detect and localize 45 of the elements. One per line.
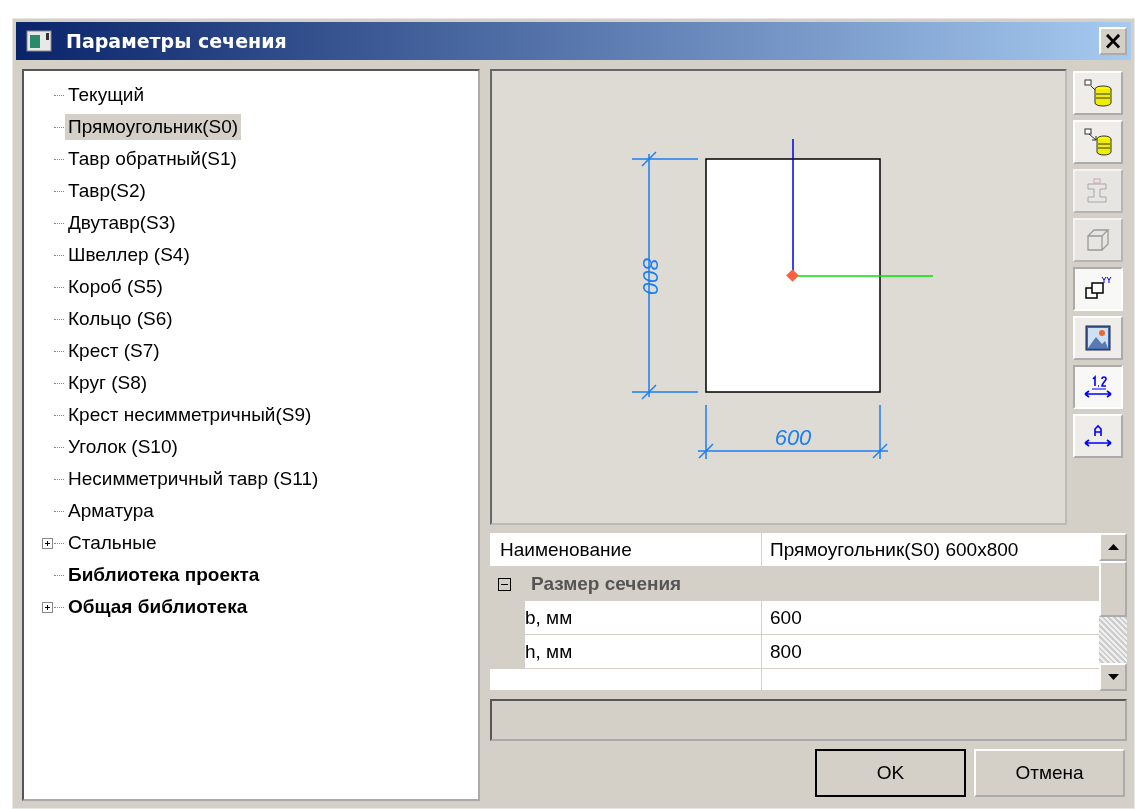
toolbar-button[interactable] (1073, 316, 1123, 360)
tree-item[interactable]: Прямоугольник(S0) (65, 114, 242, 140)
tree-item[interactable]: Крест (S7) (65, 338, 163, 364)
property-name: Наименование (490, 533, 762, 567)
expand-icon[interactable] (42, 537, 53, 549)
toolbar-button[interactable] (1073, 414, 1123, 458)
property-value: 800 (762, 635, 1099, 669)
width-dimension-label: 600 (774, 425, 812, 450)
tree-item[interactable]: Несимметричный тавр (S11) (65, 466, 322, 492)
scrollbar[interactable] (1099, 533, 1127, 691)
category-label: Размер сечения (531, 573, 682, 595)
dialog-button[interactable]: Отмена (974, 749, 1125, 797)
scroll-up-icon[interactable] (1099, 533, 1127, 561)
tree-item[interactable]: Короб (S5) (65, 274, 166, 300)
origin-marker (786, 269, 799, 282)
property-name: h, мм (525, 635, 762, 669)
tree-item[interactable]: Текущий (65, 82, 147, 108)
tree-item[interactable]: Кольцо (S6) (65, 306, 176, 332)
tree-item[interactable]: Тавр обратный(S1) (65, 146, 240, 172)
property-name: b, мм (525, 601, 762, 635)
tree-item[interactable]: Крест несимметричный(S9) (65, 402, 315, 428)
tree-item[interactable]: Арматура (65, 498, 157, 524)
property-value: 600 (762, 601, 1099, 635)
close-button[interactable]: × (1099, 27, 1127, 55)
image-icon (1083, 323, 1113, 353)
toolbar-button[interactable] (1073, 267, 1123, 311)
expand-icon[interactable] (42, 601, 53, 613)
tree-item[interactable]: Стальные (65, 530, 160, 556)
tree-item[interactable]: Библиотека проекта (65, 562, 263, 588)
tree-item[interactable]: Двутавр(S3) (65, 210, 179, 236)
window-icon (26, 29, 54, 53)
tree-item[interactable]: Тавр(S2) (65, 178, 149, 204)
database-import-icon (1083, 127, 1113, 157)
window-title: Параметры сечения (66, 30, 288, 52)
tree-item[interactable]: Уголок (S10) (65, 434, 181, 460)
scroll-down-icon[interactable] (1099, 663, 1127, 691)
dialog-button[interactable]: OK (815, 749, 966, 797)
tree-item[interactable]: Общая библиотека (65, 594, 251, 620)
scroll-thumb[interactable] (1099, 561, 1127, 617)
tree-item[interactable]: Круг (S8) (65, 370, 151, 396)
database-icon (1083, 78, 1113, 108)
collapse-icon[interactable] (498, 577, 511, 591)
tree-item[interactable]: Швеллер (S4) (65, 242, 193, 268)
toolbar-button[interactable] (1073, 365, 1123, 409)
height-dimension-label: 800 (638, 257, 663, 295)
